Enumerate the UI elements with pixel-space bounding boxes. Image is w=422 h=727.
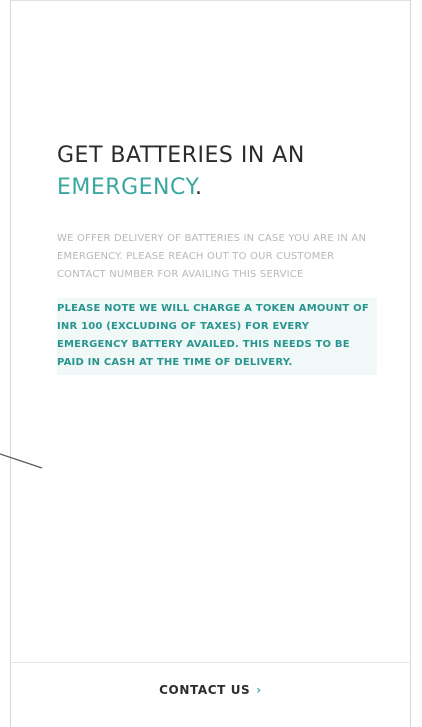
- contact-us-button[interactable]: CONTACT US ›: [11, 683, 410, 697]
- page-title: GET BATTERIES IN AN EMERGENCY.: [57, 140, 377, 204]
- contact-us-label: CONTACT US: [159, 683, 251, 697]
- panel-left-border: [10, 0, 11, 727]
- service-description: WE OFFER DELIVERY OF BATTERIES IN CASE Y…: [57, 233, 367, 280]
- token-charge-note: PLEASE NOTE WE WILL CHARGE A TOKEN AMOUN…: [57, 298, 377, 375]
- panel-top-border: [10, 0, 411, 1]
- title-dot: .: [194, 175, 203, 200]
- panel-right-border: [410, 0, 411, 727]
- connector-line: [0, 453, 43, 469]
- title-line-1: GET BATTERIES IN AN: [57, 143, 305, 168]
- title-accent-word: EMERGENCY: [57, 175, 195, 200]
- footer-divider: [11, 662, 410, 663]
- panel-content: GET BATTERIES IN AN EMERGENCY. WE OFFER …: [57, 140, 377, 375]
- chevron-right-icon: ›: [256, 683, 262, 697]
- emergency-battery-panel: GET BATTERIES IN AN EMERGENCY. WE OFFER …: [0, 0, 422, 727]
